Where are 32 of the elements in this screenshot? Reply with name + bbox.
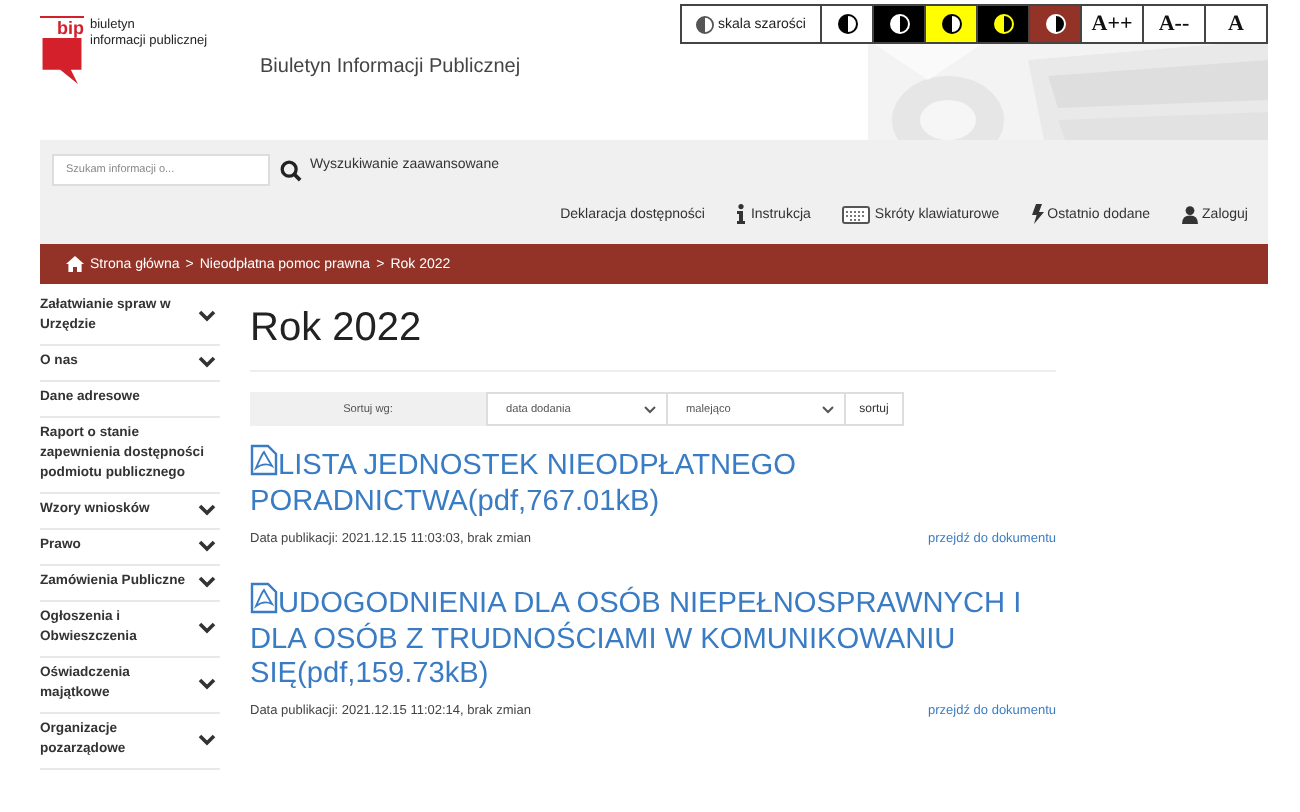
- search-icon: [280, 159, 302, 181]
- info-icon: [736, 204, 747, 224]
- document-link[interactable]: UDOGODNIENIA DLA OSÓB NIEPEŁNOSPRAWNYCH I DLA OSÓB Z TRUDNOŚCIAMI W KOMUNIKOWANIU SIĘ(pdf,159.73kB): [250, 582, 1056, 692]
- keyboard-icon: [842, 205, 871, 223]
- site-title: Biuletyn Informacji Publicznej: [260, 56, 521, 78]
- contrast-button[interactable]: [1028, 6, 1080, 42]
- chevron-down-icon[interactable]: [198, 622, 216, 634]
- contrast-icon: [993, 14, 1013, 34]
- contrast-button[interactable]: [872, 6, 924, 42]
- document-link[interactable]: LISTA JEDNOSTEK NIEODPŁATNEGO PORADNICTWA(pdf,767.01kB): [250, 444, 1056, 520]
- contrast-button[interactable]: [924, 6, 976, 42]
- chevron-down-icon[interactable]: [198, 504, 216, 516]
- contrast-icon: [941, 14, 961, 34]
- page-title: Rok 2022: [250, 304, 1056, 372]
- user-icon: [1182, 205, 1199, 223]
- chevron-down-icon[interactable]: [198, 576, 216, 588]
- search-button[interactable]: [280, 159, 302, 181]
- chevron-down-icon: [822, 405, 834, 413]
- chevron-down-icon[interactable]: [198, 310, 216, 322]
- flag-icon: [40, 38, 84, 84]
- chevron-down-icon[interactable]: [198, 356, 216, 368]
- lightning-icon: [1031, 204, 1044, 224]
- contrast-icon: [1045, 14, 1065, 34]
- chevron-down-icon: [644, 405, 656, 413]
- home-icon: [66, 256, 84, 272]
- contrast-icon: [889, 14, 909, 34]
- contrast-icon: [837, 14, 857, 34]
- chevron-down-icon[interactable]: [198, 678, 216, 690]
- contrast-icon: [696, 15, 715, 33]
- contrast-button[interactable]: [976, 6, 1028, 42]
- chevron-down-icon[interactable]: [198, 734, 216, 746]
- chevron-down-icon[interactable]: [198, 540, 216, 552]
